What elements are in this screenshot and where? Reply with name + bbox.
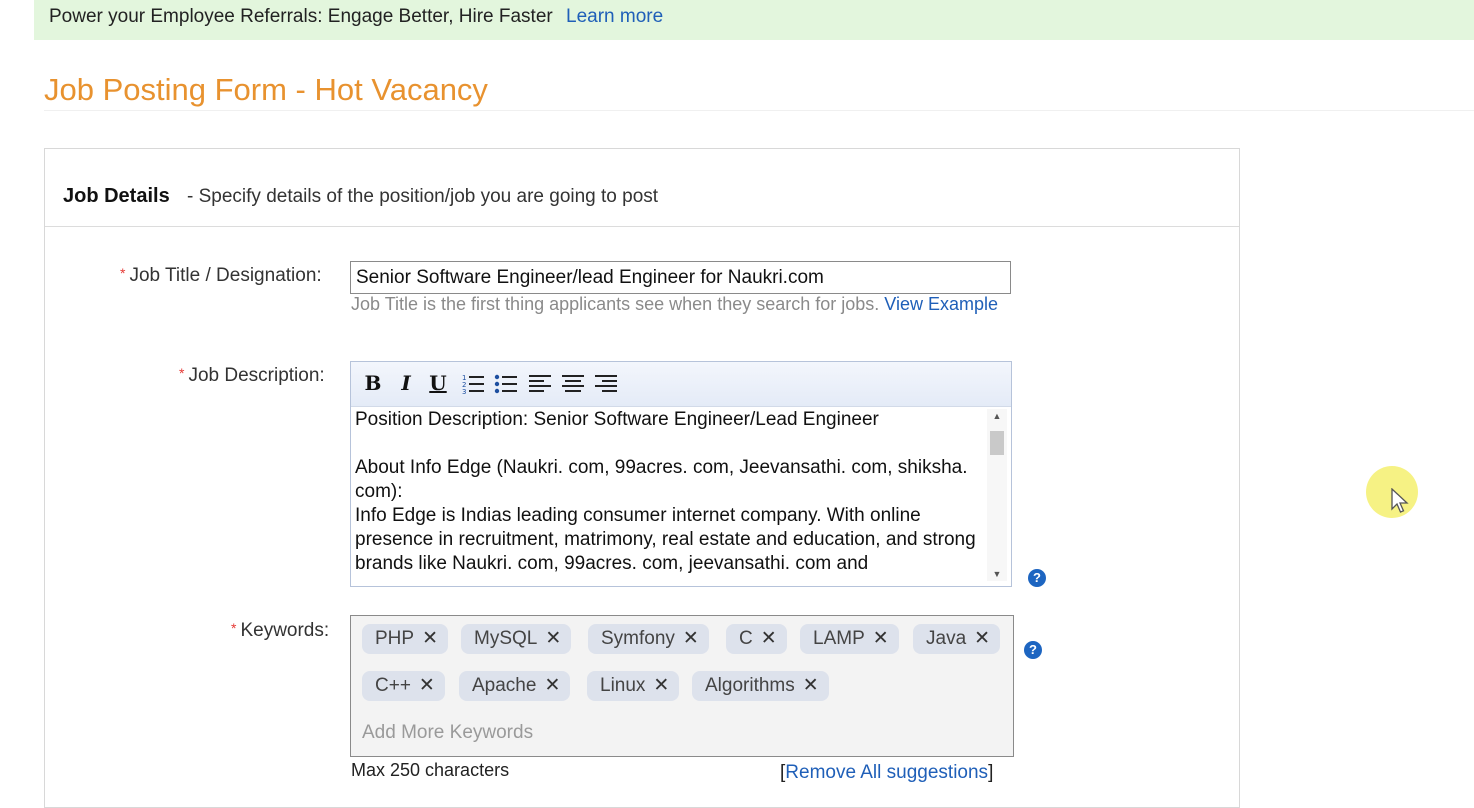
job-title-label-text: Job Title / Designation: [129, 265, 322, 286]
align-left-icon[interactable] [528, 372, 552, 396]
remove-all-suggestions: [Remove All suggestions] [780, 762, 994, 783]
scroll-thumb[interactable] [990, 431, 1004, 455]
referral-banner: Power your Employee Referrals: Engage Be… [34, 0, 1474, 40]
section-header: Job Details - Specify details of the pos… [45, 149, 1239, 227]
keyword-chip: Apache ✕ [459, 671, 571, 701]
numbered-list-icon[interactable]: 1 2 3 [461, 372, 485, 396]
learn-more-link[interactable]: Learn more [566, 6, 663, 27]
keyword-chip: C ✕ [726, 624, 787, 654]
remove-keyword-icon[interactable]: ✕ [873, 628, 889, 649]
keyword-chip-label: LAMP [813, 628, 865, 649]
job-description-text[interactable]: Position Description: Senior Software En… [355, 408, 980, 584]
keyword-chip: Symfony ✕ [588, 624, 709, 654]
editor-scrollbar[interactable]: ▲ ▼ [987, 409, 1007, 581]
keyword-chip-label: Algorithms [705, 675, 795, 696]
keyword-chip-label: Apache [472, 675, 537, 696]
keywords-label: * Keywords: [231, 620, 329, 642]
keyword-chip-label: Linux [600, 675, 646, 696]
max-characters-note: Max 250 characters [351, 760, 510, 780]
keyword-chip-label: C++ [375, 675, 411, 696]
banner-text: Power your Employee Referrals: Engage Be… [49, 6, 553, 27]
job-description-editor[interactable]: B I U 1 2 3 Position Description: Senior… [350, 361, 1012, 587]
required-marker: * [179, 365, 185, 381]
description-line: About Info Edge (Naukri. com, 99acres. c… [355, 457, 968, 502]
keyword-chip: MySQL ✕ [461, 624, 572, 654]
remove-keyword-icon[interactable]: ✕ [544, 675, 560, 696]
keyword-chip-label: PHP [375, 628, 415, 649]
add-keywords-input[interactable] [362, 722, 662, 744]
remove-keyword-icon[interactable]: ✕ [974, 628, 990, 649]
required-marker: * [231, 620, 237, 636]
required-marker: * [120, 265, 126, 281]
align-center-icon[interactable] [561, 372, 585, 396]
remove-all-suggestions-link[interactable]: Remove All suggestions [785, 762, 988, 783]
section-subtitle: - Specify details of the position/job yo… [187, 186, 659, 207]
italic-button[interactable]: I [393, 370, 419, 396]
job-title-label: * Job Title / Designation: [120, 265, 322, 287]
remove-keyword-icon[interactable]: ✕ [761, 628, 777, 649]
keyword-chip: Linux ✕ [587, 671, 680, 701]
remove-keyword-icon[interactable]: ✕ [419, 675, 435, 696]
help-icon[interactable]: ? [1024, 641, 1042, 659]
scroll-up-icon[interactable]: ▲ [987, 409, 1007, 423]
keyword-chip: Algorithms ✕ [692, 671, 829, 701]
section-title: Job Details [63, 185, 170, 207]
bullet-list-icon[interactable] [494, 372, 518, 396]
keyword-chip: Java ✕ [913, 624, 1001, 654]
remove-keyword-icon[interactable]: ✕ [683, 628, 699, 649]
keyword-chip-label: C [739, 628, 753, 649]
keyword-chip-label: Symfony [601, 628, 675, 649]
scroll-down-icon[interactable]: ▼ [987, 567, 1007, 581]
align-right-icon[interactable] [594, 372, 618, 396]
remove-keyword-icon[interactable]: ✕ [422, 628, 438, 649]
help-icon[interactable]: ? [1028, 569, 1046, 587]
remove-keyword-icon[interactable]: ✕ [545, 628, 561, 649]
job-title-input[interactable]: Senior Software Engineer/lead Engineer f… [350, 261, 1011, 294]
keyword-chip-label: MySQL [474, 628, 538, 649]
description-line: Position Description: Senior Software En… [355, 409, 879, 430]
svg-text:3: 3 [462, 388, 466, 396]
keyword-chip: C++ ✕ [362, 671, 445, 701]
view-example-link[interactable]: View Example [884, 294, 998, 314]
job-description-label-text: Job Description: [188, 365, 325, 386]
keyword-chip: PHP ✕ [362, 624, 448, 654]
underline-button[interactable]: U [425, 370, 451, 396]
remove-keyword-icon[interactable]: ✕ [803, 675, 819, 696]
remove-keyword-icon[interactable]: ✕ [653, 675, 669, 696]
description-line: Info Edge is Indias leading consumer int… [355, 505, 976, 574]
job-title-hint-text: Job Title is the first thing applicants … [351, 294, 880, 314]
keyword-chip-label: Java [926, 628, 967, 649]
keywords-box[interactable]: PHP ✕ MySQL ✕ Symfony ✕ C ✕ LAMP ✕ Java ✕ C++ ✕… [350, 615, 1014, 757]
mouse-cursor-icon [1391, 488, 1409, 513]
page-title: Job Posting Form - Hot Vacancy [44, 72, 488, 107]
bold-button[interactable]: B [360, 370, 386, 396]
title-divider [44, 110, 1474, 111]
job-title-hint: Job Title is the first thing applicants … [351, 293, 1011, 315]
keyword-chip: LAMP ✕ [800, 624, 899, 654]
editor-toolbar: B I U 1 2 3 [351, 362, 1011, 407]
keywords-label-text: Keywords: [240, 620, 330, 641]
job-description-label: * Job Description: [179, 365, 325, 387]
